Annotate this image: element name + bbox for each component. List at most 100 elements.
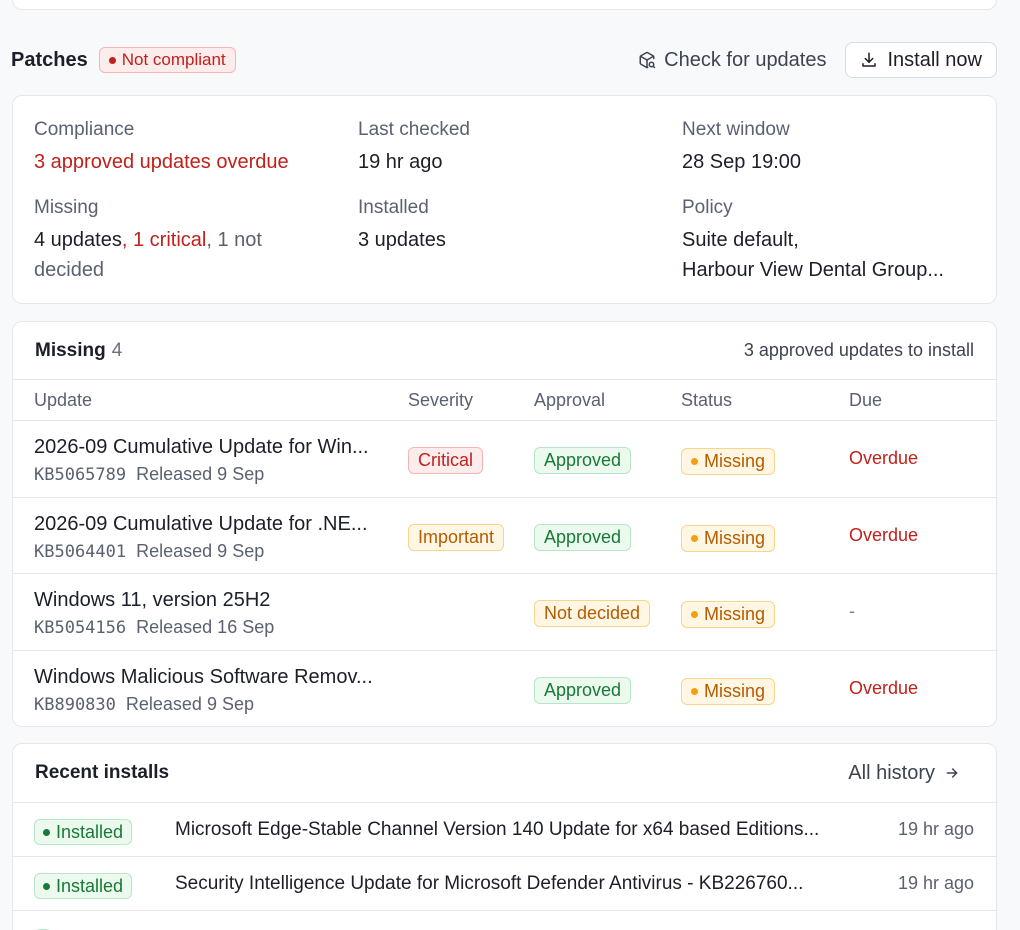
- approval-badge: Not decided: [534, 600, 651, 627]
- released-date: Released 16 Sep: [136, 617, 275, 637]
- missing-critical-count: 1 critical: [132, 229, 207, 251]
- summary-next-window: Next window 28 Sep 19:00: [682, 115, 801, 177]
- package-search-icon: [639, 51, 656, 69]
- approval-badge: Approved: [534, 523, 632, 551]
- table-row[interactable]: 2026-09 Cumulative Update for .NE... KB5…: [13, 498, 996, 574]
- status-badge: Missing: [681, 524, 776, 552]
- previous-card-edge: [12, 0, 997, 10]
- summary-installed: Installed 3 updates: [358, 193, 446, 255]
- installed-badge: Installed: [34, 873, 133, 899]
- update-title: 2026-09 Cumulative Update for .NE...: [34, 512, 368, 535]
- missing-card-title: Missing: [35, 339, 106, 361]
- list-item-partial: [13, 911, 996, 930]
- due-value: Overdue: [849, 677, 919, 698]
- policy-line-1: Suite default,: [682, 229, 799, 251]
- installed-badge-label: Installed: [56, 875, 124, 896]
- section-title: Patches: [11, 48, 88, 71]
- patch-summary-card: Compliance 3 approved updates overdue La…: [12, 95, 997, 304]
- recent-installs-card: Recent installs All history Installed Mi…: [12, 743, 997, 930]
- install-time: 19 hr ago: [897, 873, 974, 893]
- severity-badge: Critical: [408, 447, 484, 474]
- missing-table-header: Update Severity Approval Status Due: [13, 380, 996, 421]
- list-item[interactable]: Installed Security Intelligence Update f…: [13, 857, 996, 911]
- update-title: Windows Malicious Software Remov...: [34, 665, 373, 688]
- install-now-button[interactable]: Install now: [844, 42, 997, 78]
- all-history-label: All history: [848, 761, 935, 784]
- compliance-badge-label: Not compliant: [121, 50, 226, 69]
- kb-number: KB5054156: [34, 618, 127, 638]
- all-history-link[interactable]: All history: [848, 762, 960, 785]
- due-value: Overdue: [849, 524, 919, 545]
- update-meta: KB5064401 Released 9 Sep: [34, 541, 264, 562]
- table-row[interactable]: 2026-09 Cumulative Update for Win... KB5…: [13, 421, 996, 498]
- released-date: Released 9 Sep: [125, 693, 254, 714]
- missing-value: 4 updates, 1 critical, 1 not decided: [34, 229, 262, 281]
- status-badge: Missing: [681, 677, 776, 705]
- installed-badge-label: Installed: [56, 821, 124, 842]
- missing-updates-card: Missing 4 3 approved updates to install …: [12, 321, 997, 727]
- installed-value: 3 updates: [358, 229, 446, 251]
- status-dot-icon: [43, 828, 50, 836]
- col-approval: Approval: [534, 390, 606, 410]
- col-severity: Severity: [408, 390, 474, 410]
- missing-updates-count: 4 updates: [34, 229, 122, 251]
- compliance-label: Compliance: [34, 119, 135, 140]
- policy-value[interactable]: Suite default, Harbour View Dental Group.…: [682, 225, 944, 285]
- status-dot-icon: [108, 56, 116, 64]
- col-due: Due: [849, 390, 883, 410]
- update-meta: KB5054156 Released 16 Sep: [34, 617, 274, 638]
- policy-line-2: Harbour View Dental Group...: [682, 259, 944, 281]
- released-date: Released 9 Sep: [136, 464, 265, 484]
- last-checked-label: Last checked: [358, 119, 470, 140]
- header-actions: Check for updates Install now: [638, 42, 997, 78]
- status-badge-label: Missing: [704, 680, 766, 701]
- installed-badge: Installed: [34, 819, 133, 845]
- check-for-updates-label: Check for updates: [664, 48, 827, 71]
- summary-last-checked: Last checked 19 hr ago: [358, 115, 470, 177]
- approval-badge: Approved: [534, 447, 632, 474]
- status-dot-icon: [691, 458, 698, 465]
- arrow-right-icon: [946, 768, 958, 778]
- summary-missing: Missing 4 updates, 1 critical, 1 not deci…: [34, 193, 334, 285]
- update-meta: KB5065789 Released 9 Sep: [34, 464, 264, 485]
- recent-installs-header: Recent installs All history: [13, 744, 996, 803]
- check-for-updates-button[interactable]: Check for updates: [638, 48, 827, 72]
- missing-not-decided-count: 1 not: [217, 229, 262, 251]
- recent-installs-title: Recent installs: [35, 762, 170, 783]
- due-value: -: [849, 601, 855, 621]
- kb-number: KB5064401: [34, 541, 127, 562]
- update-title: Windows 11, version 25H2: [34, 589, 271, 611]
- policy-label: Policy: [682, 197, 733, 218]
- status-badge: Missing: [681, 601, 776, 628]
- status-dot-icon: [691, 687, 698, 695]
- installed-label: Installed: [358, 197, 429, 218]
- table-row[interactable]: Windows 11, version 25H2 KB5054156 Releas…: [13, 574, 996, 651]
- install-now-label: Install now: [887, 48, 983, 71]
- col-status: Status: [681, 390, 733, 410]
- list-item[interactable]: Installed Microsoft Edge-Stable Channel …: [13, 803, 996, 857]
- download-icon: [861, 52, 876, 67]
- next-window-value: 28 Sep 19:00: [682, 151, 801, 173]
- last-checked-value: 19 hr ago: [358, 151, 443, 173]
- install-time: 19 hr ago: [897, 819, 974, 839]
- missing-not-decided-suffix: decided: [34, 259, 105, 281]
- status-dot-icon: [691, 611, 698, 618]
- update-meta: KB890830 Released 9 Sep: [34, 694, 254, 715]
- missing-card-header: Missing 4 3 approved updates to install: [13, 322, 996, 380]
- patches-header: Patches Not compliant Check for updates …: [11, 42, 997, 78]
- table-row[interactable]: Windows Malicious Software Remov... KB89…: [13, 651, 996, 727]
- due-value: Overdue: [849, 448, 919, 468]
- compliance-value: 3 approved updates overdue: [34, 151, 289, 173]
- approval-badge: Approved: [534, 676, 632, 704]
- summary-policy: Policy Suite default, Harbour View Dental…: [682, 193, 944, 285]
- released-date: Released 9 Sep: [136, 540, 265, 561]
- status-badge-label: Missing: [704, 527, 766, 548]
- status-badge: Missing: [681, 448, 776, 475]
- update-title: 2026-09 Cumulative Update for Win...: [34, 436, 369, 458]
- next-window-label: Next window: [682, 119, 790, 140]
- status-dot-icon: [43, 882, 50, 890]
- kb-number: KB890830: [34, 694, 116, 715]
- kb-number: KB5065789: [34, 465, 127, 485]
- install-name: Microsoft Edge-Stable Channel Version 14…: [175, 819, 820, 840]
- col-update: Update: [34, 390, 93, 410]
